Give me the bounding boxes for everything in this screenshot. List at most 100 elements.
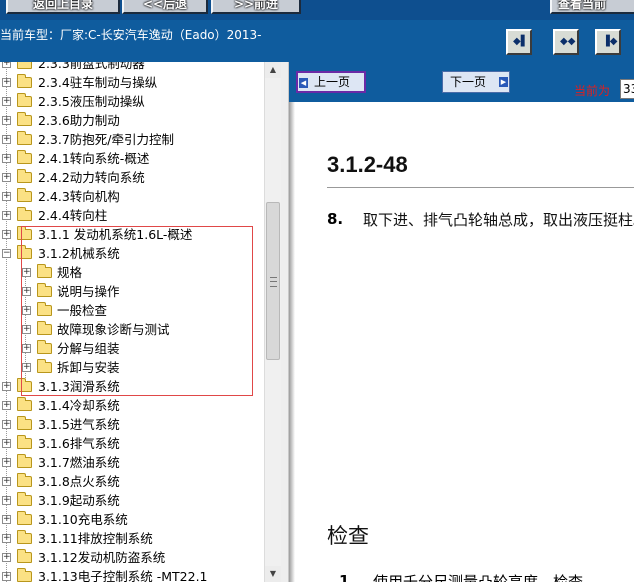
tree-item-label: 3.1.4冷却系统 (38, 398, 120, 413)
tree-subitem[interactable]: + 分解与组装 (0, 339, 264, 358)
tree-item[interactable]: +3.1.12发动机防盗系统 (0, 548, 264, 567)
panel-split-button[interactable]: ◆◆ (553, 29, 579, 55)
folder-icon (17, 245, 32, 259)
folder-icon (37, 264, 52, 278)
expand-icon[interactable]: + (2, 515, 11, 524)
expand-icon[interactable]: + (22, 325, 31, 334)
step-text: 取下进、排气凸轮轴总成，取出液压挺柱。 (363, 211, 634, 229)
folder-icon (17, 74, 32, 88)
next-page-button[interactable]: 下一页 ▶ (442, 71, 510, 93)
folder-icon (17, 169, 32, 183)
tree-item[interactable]: +3.1.7燃油系统 (0, 453, 264, 472)
tree-item[interactable]: − 3.1.2机械系统 (0, 244, 264, 263)
tree-item[interactable]: +2.4.4转向柱 (0, 206, 264, 225)
step-id-heading: 3.1.2-48 (327, 152, 408, 177)
expand-icon[interactable]: + (2, 192, 11, 201)
expand-icon[interactable]: + (2, 78, 11, 87)
tree-item[interactable]: +3.1.13电子控制系统 -MT22.1 (0, 567, 264, 582)
tree-item[interactable]: +2.3.6助力制动 (0, 111, 264, 130)
tree-item-label: 3.1.5进气系统 (38, 417, 120, 432)
expand-icon[interactable]: + (2, 420, 11, 429)
tree-item[interactable]: +2.4.3转向机构 (0, 187, 264, 206)
expand-icon[interactable]: + (2, 62, 11, 68)
tree-item-label: 3.1.2机械系统 (38, 246, 120, 261)
current-page-input[interactable] (620, 79, 634, 99)
prev-page-button[interactable]: ◀ 上一页 (296, 71, 366, 93)
folder-icon (37, 359, 52, 373)
folder-icon (17, 62, 32, 69)
tree-item[interactable]: +2.3.5液压制动操纵 (0, 92, 264, 111)
expand-icon[interactable]: + (2, 135, 11, 144)
folder-icon (17, 549, 32, 563)
folder-icon (17, 93, 32, 107)
tree-item[interactable]: +2.4.1转向系统-概述 (0, 149, 264, 168)
pane-splitter[interactable] (281, 62, 289, 582)
tree-item-label: 2.3.3前盘式制动器 (38, 62, 145, 71)
expand-icon[interactable]: + (2, 230, 11, 239)
tree-item-label: 2.4.2动力转向系统 (38, 170, 145, 185)
panel-left-button[interactable]: ◆▌ (506, 29, 532, 55)
tree-item[interactable]: +2.4.2动力转向系统 (0, 168, 264, 187)
folder-icon (17, 511, 32, 525)
current-page-label: 当前为 (574, 84, 611, 98)
expand-icon[interactable]: + (2, 173, 11, 182)
tree-item-label: 3.1.7燃油系统 (38, 455, 120, 470)
tree-item-label: 2.4.3转向机构 (38, 189, 120, 204)
expand-icon[interactable]: + (2, 477, 11, 486)
tree-item-label: 2.3.5液压制动操纵 (38, 94, 145, 109)
expand-icon[interactable]: + (2, 97, 11, 106)
collapse-icon[interactable]: − (2, 249, 11, 258)
tree-item[interactable]: +3.1.9起动系统 (0, 491, 264, 510)
tree-item[interactable]: +3.1.8点火系统 (0, 472, 264, 491)
tree-item[interactable]: +2.3.4驻车制动与操纵 (0, 73, 264, 92)
view-current-button[interactable]: 查看当前 (550, 0, 634, 14)
expand-icon[interactable]: + (2, 439, 11, 448)
expand-icon[interactable]: + (2, 553, 11, 562)
expand-icon[interactable]: + (2, 116, 11, 125)
expand-icon[interactable]: + (2, 382, 11, 391)
panel-right-icon: ▐◆ (602, 36, 618, 47)
expand-icon[interactable]: + (22, 268, 31, 277)
expand-icon[interactable]: + (2, 211, 11, 220)
tree-item[interactable]: +2.3.7防抱死/牵引力控制 (0, 130, 264, 149)
tree-item-label: 3.1.6排气系统 (38, 436, 120, 451)
tree-item-label: 2.4.1转向系统-概述 (38, 151, 150, 166)
forward-button[interactable]: >>前进 (211, 0, 301, 14)
tree-subitem[interactable]: + 拆卸与安装 (0, 358, 264, 377)
back-button[interactable]: <<后退 (122, 0, 208, 14)
expand-icon[interactable]: + (22, 306, 31, 315)
list-item-text: 使用千分尺测量凸轮高度，检查 (373, 573, 584, 582)
tree-item[interactable]: +3.1.3润滑系统 (0, 377, 264, 396)
expand-icon[interactable]: + (2, 401, 11, 410)
expand-icon[interactable]: + (2, 154, 11, 163)
scrollbar-thumb[interactable] (266, 202, 280, 360)
expand-icon[interactable]: + (2, 496, 11, 505)
expand-icon[interactable]: + (22, 287, 31, 296)
tree-subitem[interactable]: + 规格 (0, 263, 264, 282)
tree-item[interactable]: +3.1.6排气系统 (0, 434, 264, 453)
tree-item[interactable]: +3.1.11排放控制系统 (0, 529, 264, 548)
folder-icon (17, 416, 32, 430)
panel-right-button[interactable]: ▐◆ (595, 29, 621, 55)
tree-item[interactable]: +3.1.1 发动机系统1.6L-概述 (0, 225, 264, 244)
scroll-up-arrow-icon[interactable]: ▲ (265, 62, 281, 78)
tree-item[interactable]: +3.1.5进气系统 (0, 415, 264, 434)
tree-item[interactable]: +3.1.4冷却系统 (0, 396, 264, 415)
tree-subitem[interactable]: + 一般检查 (0, 301, 264, 320)
return-catalog-button[interactable]: 返回上目录 (6, 0, 120, 14)
expand-icon[interactable]: + (2, 572, 11, 581)
scroll-down-arrow-icon[interactable]: ▼ (265, 566, 281, 582)
expand-icon[interactable]: + (22, 344, 31, 353)
panel-split-icon: ◆◆ (560, 36, 576, 47)
expand-icon[interactable]: + (22, 363, 31, 372)
folder-icon (17, 435, 32, 449)
tree-subitem[interactable]: + 故障现象诊断与测试 (0, 320, 264, 339)
tree-scrollbar[interactable]: ▲ ▼ (264, 62, 281, 582)
tree-item[interactable]: +3.1.10充电系统 (0, 510, 264, 529)
tree-item-label: 一般检查 (57, 303, 108, 318)
grip-icon (270, 277, 277, 287)
expand-icon[interactable]: + (2, 534, 11, 543)
tree-item[interactable]: +2.3.3前盘式制动器 (0, 62, 264, 73)
expand-icon[interactable]: + (2, 458, 11, 467)
tree-subitem[interactable]: + 说明与操作 (0, 282, 264, 301)
